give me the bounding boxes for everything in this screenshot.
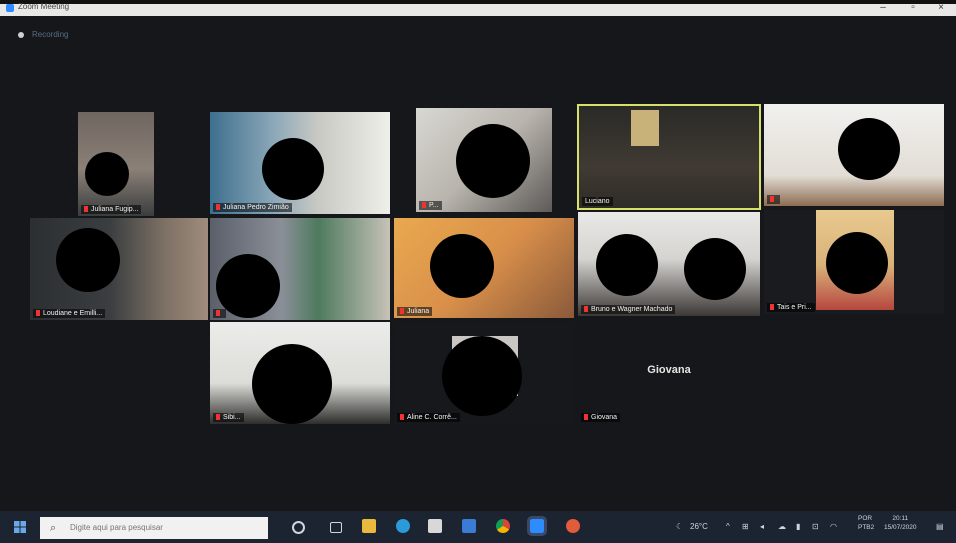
participant-name [213,309,226,318]
notification-tray-icon[interactable]: ⊡ [812,522,819,531]
mic-muted-icon [84,206,88,213]
clock-date: 15/07/2020 [884,524,917,531]
weather-temperature[interactable]: 26°C [690,522,708,531]
participant-name: Giovana [581,413,621,422]
chrome-icon[interactable] [496,519,510,533]
maximize-button[interactable]: ▫ [900,0,926,16]
mic-muted-icon [216,204,220,211]
participant-name: P... [419,201,442,210]
participant-name: Sibi... [213,413,244,422]
poster-background [631,110,659,146]
language-code: POR [858,515,873,522]
zoom-taskbar-icon[interactable] [527,516,547,536]
system-clock[interactable]: 20:11 15/07/2020 [884,514,917,532]
weather-icon[interactable]: ☾ [676,522,683,531]
face-redaction [430,234,494,298]
store-icon[interactable] [428,519,442,533]
face-redaction [838,118,900,180]
mic-muted-icon [36,310,40,317]
participant-tile[interactable]: Loudiane e Emilli... [30,218,208,320]
window-title: Zoom Meeting [18,2,70,11]
participant-tile[interactable]: Juliana Pedro Zimião [210,112,390,214]
app-icon[interactable] [566,519,580,533]
record-icon [18,31,24,38]
tray-chevron-icon[interactable]: ^ [726,522,730,531]
participant-tile[interactable]: Juliana Fugip... [78,112,154,216]
participant-display-name: Giovana [647,364,691,376]
participant-name: Aline C. Corrê... [397,413,460,422]
participant-name: Tais e Pri... [767,303,815,312]
top-edge [0,0,956,4]
mic-muted-icon [584,414,588,421]
file-explorer-icon[interactable] [362,519,376,533]
participant-name: Juliana Fugip... [81,205,142,214]
participant-name: Luciano [582,197,613,206]
participant-tile[interactable]: Giovana Giovana [578,322,760,424]
participant-tile[interactable]: Sibi... [210,322,390,424]
participant-tile[interactable] [764,104,944,206]
face-redaction [262,138,324,200]
face-redaction [596,234,658,296]
battery-icon[interactable]: ▮ [796,522,800,531]
mic-muted-icon [584,306,588,313]
participant-tile[interactable]: P... [416,108,552,212]
windows-start-icon[interactable] [14,521,26,533]
wifi-icon[interactable]: ◠ [830,522,837,531]
participant-name: Juliana Pedro Zimião [213,203,292,212]
onedrive-icon[interactable]: ☁ [778,522,786,531]
participant-name: Bruno e Wagner Machado [581,305,676,314]
participant-tile[interactable]: Aline C. Corrê... [394,322,574,424]
mic-muted-icon [422,202,426,209]
taskbar-search-box[interactable]: ⌕ Digite aqui para pesquisar [40,517,268,539]
mic-muted-icon [400,414,404,421]
mic-muted-icon [216,310,220,317]
mail-icon[interactable] [462,519,476,533]
participant-tile[interactable]: Tais e Pri... [764,210,944,314]
participant-tile[interactable]: Juliana [394,218,574,318]
language-indicator[interactable]: POR PTB2 [858,514,874,532]
face-redaction [442,336,522,416]
face-redaction [684,238,746,300]
participant-name: Loudiane e Emilli... [33,309,106,318]
title-bar: Zoom Meeting – ▫ × [0,0,956,16]
face-redaction [85,152,129,196]
task-view-icon[interactable] [330,522,342,533]
face-redaction [252,344,332,424]
minimize-button[interactable]: – [870,0,896,16]
zoom-app-icon [6,4,14,12]
windows-taskbar: ⌕ Digite aqui para pesquisar ☾ 26°C ^ ⊞ … [0,511,956,543]
mic-muted-icon [216,414,220,421]
participant-name [767,195,780,204]
participant-tile[interactable] [210,218,390,320]
volume-icon[interactable]: ◂ [760,522,764,531]
cortana-icon[interactable] [292,521,305,534]
clock-time: 20:11 [892,515,909,522]
network-icon[interactable]: ⊞ [742,522,749,531]
close-button[interactable]: × [928,0,954,16]
mic-muted-icon [400,308,404,315]
search-icon: ⌕ [50,522,57,534]
face-redaction [826,232,888,294]
language-sub: PTB2 [858,524,875,531]
face-redaction [456,124,530,198]
face-redaction [56,228,120,292]
search-placeholder: Digite aqui para pesquisar [70,523,163,532]
mic-muted-icon [770,304,774,311]
participant-tile-active-speaker[interactable]: Luciano [577,104,761,210]
recording-indicator[interactable]: Recording [18,30,68,39]
action-center-icon[interactable]: ▤ [936,522,944,531]
recording-label: Recording [32,30,69,39]
edge-icon[interactable] [396,519,410,533]
participant-name: Juliana [397,307,433,316]
mic-muted-icon [770,196,774,203]
participant-tile[interactable]: Bruno e Wagner Machado [578,212,760,316]
